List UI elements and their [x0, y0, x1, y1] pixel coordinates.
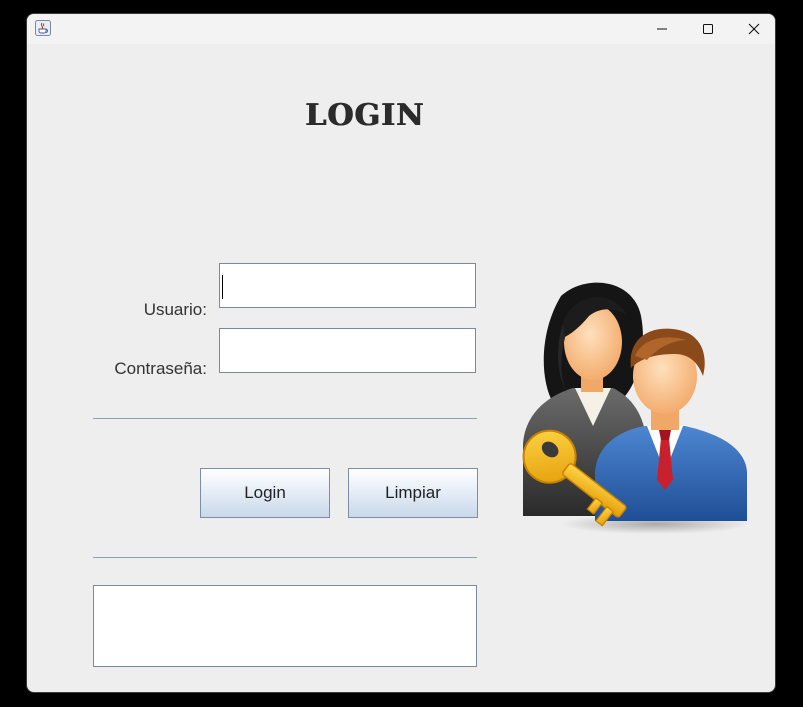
separator-top — [93, 418, 477, 419]
clear-button[interactable]: Limpiar — [348, 468, 478, 518]
login-window: LOGIN Usuario: Contraseña: Login Limpiar — [26, 13, 776, 693]
text-caret — [222, 275, 223, 299]
username-label: Usuario: — [143, 300, 207, 319]
password-label: Contraseña: — [114, 359, 207, 378]
close-button[interactable] — [731, 14, 775, 44]
page-title: LOGIN — [304, 98, 425, 133]
maximize-button[interactable] — [685, 14, 731, 44]
users-with-key-icon — [522, 282, 747, 534]
title-bar[interactable] — [27, 14, 775, 44]
close-icon — [748, 23, 760, 35]
maximize-icon — [703, 24, 713, 34]
output-text-area[interactable] — [93, 585, 477, 667]
separator-bottom — [93, 557, 477, 558]
login-button[interactable]: Login — [200, 468, 330, 518]
java-coffee-cup-icon — [35, 20, 51, 36]
minimize-icon — [657, 28, 667, 30]
password-input[interactable] — [219, 328, 476, 373]
username-input[interactable] — [219, 263, 476, 308]
minimize-button[interactable] — [639, 14, 685, 44]
